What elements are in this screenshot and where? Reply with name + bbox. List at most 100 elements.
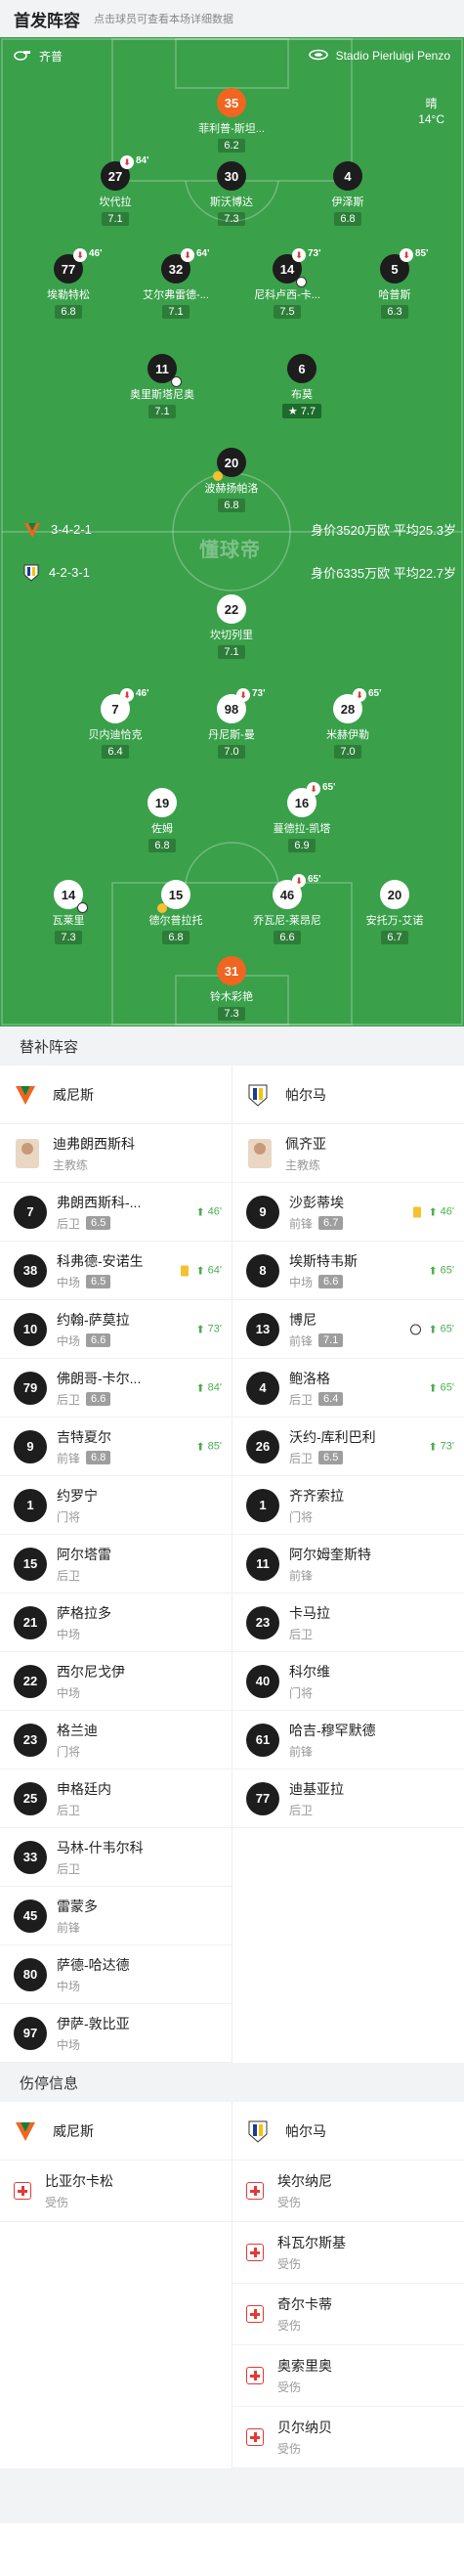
home-sub-row[interactable]: 25 申格廷内 后卫 [0, 1769, 232, 1828]
home-player[interactable]: 32 ⬇ 64' 艾尔弗雷德-... 7.1 [122, 248, 230, 320]
away-player[interactable]: 20 安托万-艾诺 6.7 [341, 880, 448, 945]
away-player[interactable]: 31 铃木彩艳 7.3 [178, 956, 285, 1022]
player-info: 科尔维 门将 [289, 1662, 330, 1701]
home-value: 身价3520万欧 平均25.3岁 [311, 523, 456, 538]
home-player[interactable]: 35 菲利普-斯坦... 6.2 [178, 88, 285, 153]
home-sub-row[interactable]: 45 雷蒙多 前锋 [0, 1887, 232, 1945]
player-number: 21 [14, 1605, 47, 1639]
player-meta: 后卫 6.5 [57, 1215, 141, 1232]
away-injury-row[interactable]: 埃尔纳尼 受伤 [232, 2161, 464, 2222]
away-player[interactable]: 22 坎切列里 7.1 [178, 594, 285, 660]
home-player[interactable]: 11 奥里斯塔尼奥 7.1 [108, 354, 216, 419]
home-sub-row[interactable]: 7 弗朗西斯科-... 后卫 6.5 ⬆ 46' [0, 1183, 232, 1242]
sub-in-indicator: ⬆ 85' [195, 1440, 222, 1454]
away-sub-row[interactable]: 40 科尔维 门将 [232, 1652, 464, 1711]
away-sub-row[interactable]: 8 埃斯特韦斯 中场 6.6 ⬆ 65' [232, 1242, 464, 1300]
away-formation: 4-2-3-1 [49, 565, 90, 580]
player-position: 门将 [289, 1685, 314, 1700]
home-injury-row[interactable]: 比亚尔卡松 受伤 [0, 2161, 232, 2222]
home-sub-row[interactable]: 38 科弗德-安诺生 中场 6.5 ⬆ 64' [0, 1242, 232, 1300]
away-player[interactable]: 16 ⬇ 65' 蔓德拉-凯塔 6.9 [248, 782, 356, 853]
home-player[interactable]: 5 ⬇ 85' 哈普斯 6.3 [341, 248, 448, 320]
away-sub-row[interactable]: 13 博尼 前锋 7.1 ⬆ 65' [232, 1300, 464, 1359]
stadium-name: Stadio Pierluigi Penzo [335, 49, 450, 63]
medical-cross-icon [246, 2367, 264, 2384]
parma-crest-icon [23, 564, 39, 582]
home-sub-row[interactable]: 15 阿尔塔雷 后卫 [0, 1535, 232, 1594]
player-position: 门将 [289, 1509, 314, 1524]
player-rating: 6.5 [86, 1216, 111, 1230]
home-player[interactable]: 14 ⬇ 73' 尼科卢西-卡... 7.5 [233, 248, 341, 320]
away-player[interactable]: 46 ⬇ 65' 乔瓦尼-莱昂尼 6.6 [233, 874, 341, 945]
home-sub-row[interactable]: 10 约翰-萨莫拉 中场 6.6 ⬆ 73' [0, 1300, 232, 1359]
away-sub-row[interactable]: 1 齐齐索拉 门将 [232, 1476, 464, 1535]
away-sub-row[interactable]: 77 迪基亚拉 后卫 [232, 1769, 464, 1828]
footer-spacer [0, 2468, 464, 2523]
player-meta: 后卫 [289, 1626, 330, 1642]
player-name: 阿尔姆奎斯特 [289, 1546, 371, 1562]
home-sub-row[interactable]: 79 佛朗哥-卡尔... 后卫 6.6 ⬆ 84' [0, 1359, 232, 1418]
away-player[interactable]: 28 ⬇ 65' 米赫伊勒 7.0 [294, 688, 401, 760]
away-sub-row[interactable]: 9 沙彭蒂埃 前锋 6.7 ⬆ 46' [232, 1183, 464, 1242]
player-name: 埃斯特韦斯 [289, 1252, 358, 1269]
away-sub-row[interactable]: 11 阿尔姆奎斯特 前锋 [232, 1535, 464, 1594]
away-player[interactable]: 7 ⬇ 46' 贝内迪恰克 6.4 [62, 688, 169, 760]
home-sub-row[interactable]: 21 萨格拉多 中场 [0, 1594, 232, 1652]
away-coach-row[interactable]: 佩齐亚 主教练 [232, 1124, 464, 1183]
player-number: 31 [217, 956, 246, 985]
player-number: 14 [61, 887, 76, 902]
home-player[interactable]: 6 布莫 ★ 7.7 [248, 354, 356, 419]
away-player[interactable]: 98 ⬇ 73' 丹尼斯-曼 7.0 [178, 688, 285, 760]
home-coach-row[interactable]: 迪弗朗西斯科 主教练 [0, 1124, 232, 1183]
player-info: 马林-什韦尔科 后卫 [57, 1838, 144, 1877]
home-team-row: 威尼斯 [0, 2102, 232, 2161]
away-sub-row[interactable]: 26 沃约-库利巴利 后卫 6.5 ⬆ 73' [232, 1418, 464, 1476]
player-name: 萨德-哈达德 [57, 1956, 130, 1973]
player-meta: 后卫 [57, 1802, 111, 1818]
sub-time: 46' [89, 248, 103, 259]
player-name: 丹尼斯-曼 [208, 729, 255, 741]
home-sub-row[interactable]: 33 马林-什韦尔科 后卫 [0, 1828, 232, 1887]
home-player[interactable]: 30 斯沃博达 7.3 [178, 161, 285, 227]
home-sub-row[interactable]: 23 格兰迪 门将 [0, 1711, 232, 1769]
player-rating: 7.3 [218, 1007, 245, 1021]
home-sub-row[interactable]: 9 吉特夏尔 前锋 6.8 ⬆ 85' [0, 1418, 232, 1476]
sub-time: 64' [207, 1264, 222, 1277]
sub-time: 46' [207, 1205, 222, 1218]
away-sub-row[interactable]: 23 卡马拉 后卫 [232, 1594, 464, 1652]
away-injury-row[interactable]: 奥索里奥 受伤 [232, 2345, 464, 2407]
away-injury-row[interactable]: 科瓦尔斯基 受伤 [232, 2222, 464, 2284]
player-rating: 7.1 [218, 645, 245, 659]
referee-name: 齐普 [39, 49, 63, 64]
sub-out-icon: ⬇ [353, 688, 366, 702]
away-player[interactable]: 19 佐姆 6.8 [108, 788, 216, 853]
player-rating: 7.1 [102, 212, 129, 226]
away-subs-column: 帕尔马 佩齐亚 主教练 9 沙彭蒂埃 前锋 6.7 ⬆ 46' 8 埃斯特韦斯 中场 6.6 ⬆ 65'… [232, 1066, 464, 2063]
home-player[interactable]: 27 ⬇ 84' 坎代拉 7.1 [62, 155, 169, 227]
medical-cross-icon [246, 2428, 264, 2446]
player-position: 前锋 [289, 1333, 314, 1348]
home-player[interactable]: 77 ⬇ 46' 埃勒特松 6.8 [15, 248, 122, 320]
home-player[interactable]: 20 波赫扬帕洛 6.8 [178, 448, 285, 513]
away-injury-row[interactable]: 奇尔卡蒂 受伤 [232, 2284, 464, 2345]
player-name: 申格廷内 [57, 1780, 111, 1797]
away-sub-row[interactable]: 61 哈吉-穆罕默德 前锋 [232, 1711, 464, 1769]
home-sub-row[interactable]: 97 伊萨-敦比亚 中场 [0, 2004, 232, 2063]
home-player[interactable]: 4 伊泽斯 6.8 [294, 161, 401, 227]
player-position: 后卫 [57, 1392, 81, 1407]
sub-time: 65' [322, 782, 336, 793]
away-sub-row[interactable]: 4 鲍洛格 后卫 6.4 ⬆ 65' [232, 1359, 464, 1418]
away-injury-row[interactable]: 贝尔纳贝 受伤 [232, 2407, 464, 2468]
sub-time: 85' [207, 1440, 222, 1453]
away-player[interactable]: 14 瓦莱里 7.3 [15, 880, 122, 945]
player-info: 贝尔纳贝 受伤 [277, 2418, 332, 2457]
home-sub-row[interactable]: 1 约罗宁 门将 [0, 1476, 232, 1535]
player-number: 19 [148, 788, 177, 817]
away-player[interactable]: 15 德尔普拉托 6.8 [122, 880, 230, 945]
subs-section-title: 替补阵容 [0, 1026, 464, 1066]
home-sub-row[interactable]: 22 西尔尼戈伊 中场 [0, 1652, 232, 1711]
home-sub-row[interactable]: 80 萨德-哈达德 中场 [0, 1945, 232, 2004]
player-position: 后卫 [289, 1451, 314, 1465]
coach-name: 迪弗朗西斯科 [53, 1135, 135, 1152]
player-name: 尼科卢西-卡... [254, 289, 320, 301]
